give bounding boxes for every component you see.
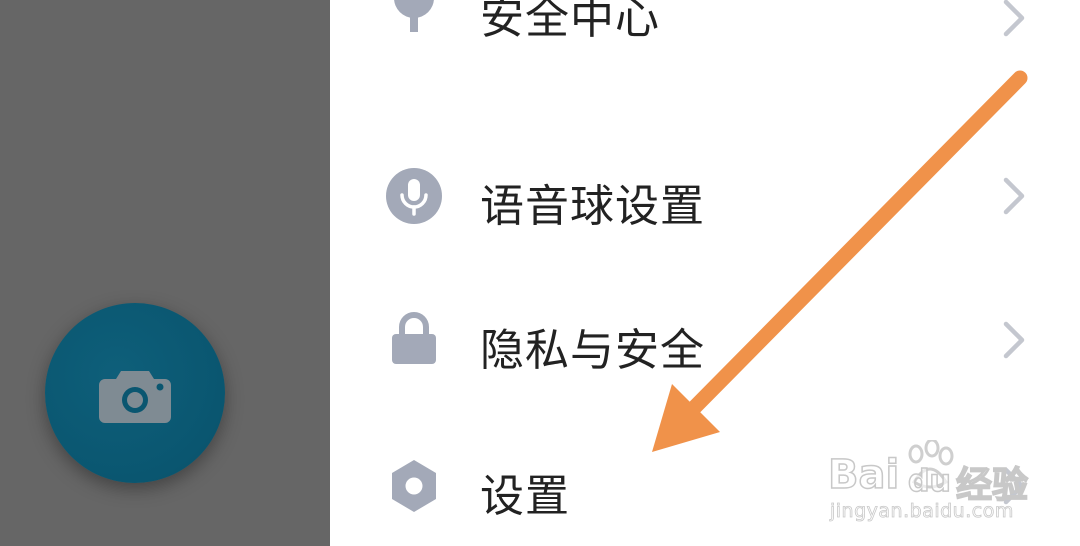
menu-item-label: 隐私与安全: [480, 325, 705, 376]
menu-item-security-center[interactable]: 安全中心: [330, 0, 1080, 60]
chevron-right-icon: [1003, 177, 1025, 215]
security-center-icon: [394, 0, 434, 32]
drawer-menu: 安全中心 语音球设置 隐私与安全 设置: [330, 0, 1080, 546]
camera-icon: [99, 371, 171, 423]
chevron-right-icon: [1003, 321, 1025, 359]
chevron-right-icon: [1003, 467, 1025, 505]
menu-item-label: 安全中心: [480, 0, 660, 44]
menu-item-voice-ball-settings[interactable]: 语音球设置: [330, 136, 1080, 256]
chevron-right-icon: [1003, 0, 1025, 37]
camera-button[interactable]: [45, 303, 225, 483]
dimmed-background-overlay[interactable]: [0, 0, 330, 546]
screen: 安全中心 语音球设置 隐私与安全 设置 Bai du 经验 jingyan.ba…: [0, 0, 1080, 546]
menu-item-label: 语音球设置: [480, 181, 705, 232]
menu-item-settings[interactable]: 设置: [330, 426, 1080, 546]
microphone-icon: [386, 168, 442, 224]
menu-item-privacy-security[interactable]: 隐私与安全: [330, 280, 1080, 400]
settings-hexagon-icon: [392, 460, 436, 512]
lock-icon: [392, 312, 436, 364]
menu-item-label: 设置: [480, 471, 570, 522]
